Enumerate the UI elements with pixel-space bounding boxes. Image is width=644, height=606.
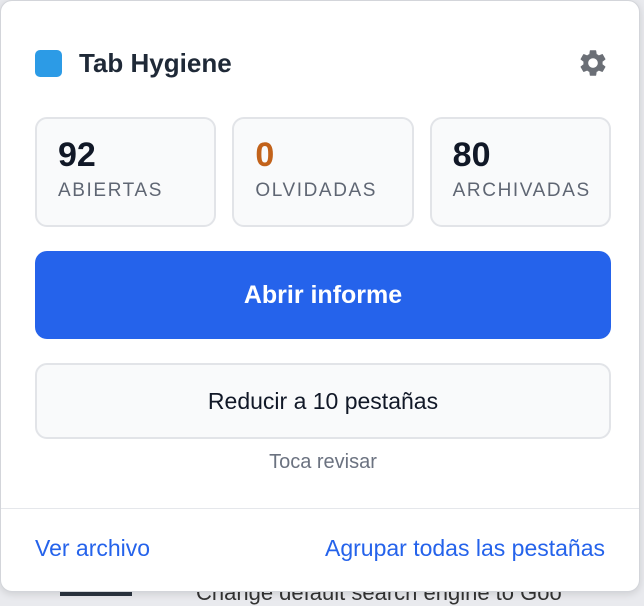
stat-label-archived: ARCHIVADAS [452, 180, 591, 201]
group-all-tabs-link[interactable]: Agrupar todas las pestañas [325, 535, 605, 562]
stat-card-archived: 80 ARCHIVADAS [429, 117, 611, 227]
settings-button[interactable] [575, 45, 611, 81]
stat-value-open: 92 [58, 136, 96, 174]
gear-icon [580, 50, 606, 76]
stat-value-forgotten: 0 [255, 136, 275, 174]
brand: Tab Hygiene [35, 48, 232, 79]
stat-card-forgotten: 0 OLVIDADAS [232, 117, 414, 227]
stat-label-open: ABIERTAS [58, 180, 164, 201]
stat-label-forgotten: OLVIDADAS [255, 180, 378, 201]
extension-popup: Tab Hygiene 92 ABIERTAS 0 OLVIDADAS 80 A… [0, 0, 640, 592]
stats-row: 92 ABIERTAS 0 OLVIDADAS 80 ARCHIVADAS [35, 117, 611, 227]
review-hint: Toca revisar [269, 451, 377, 473]
popup-header: Tab Hygiene [35, 45, 606, 81]
app-title: Tab Hygiene [79, 47, 232, 78]
app-logo-icon [35, 49, 62, 77]
reduce-tabs-button[interactable]: Reducir a 10 pestañas [35, 363, 611, 439]
view-archive-link[interactable]: Ver archivo [35, 535, 150, 562]
open-report-button[interactable]: Abrir informe [35, 251, 611, 339]
footer-divider [1, 508, 639, 509]
stat-card-open: 92 ABIERTAS [35, 117, 217, 227]
stat-value-archived: 80 [452, 136, 491, 174]
